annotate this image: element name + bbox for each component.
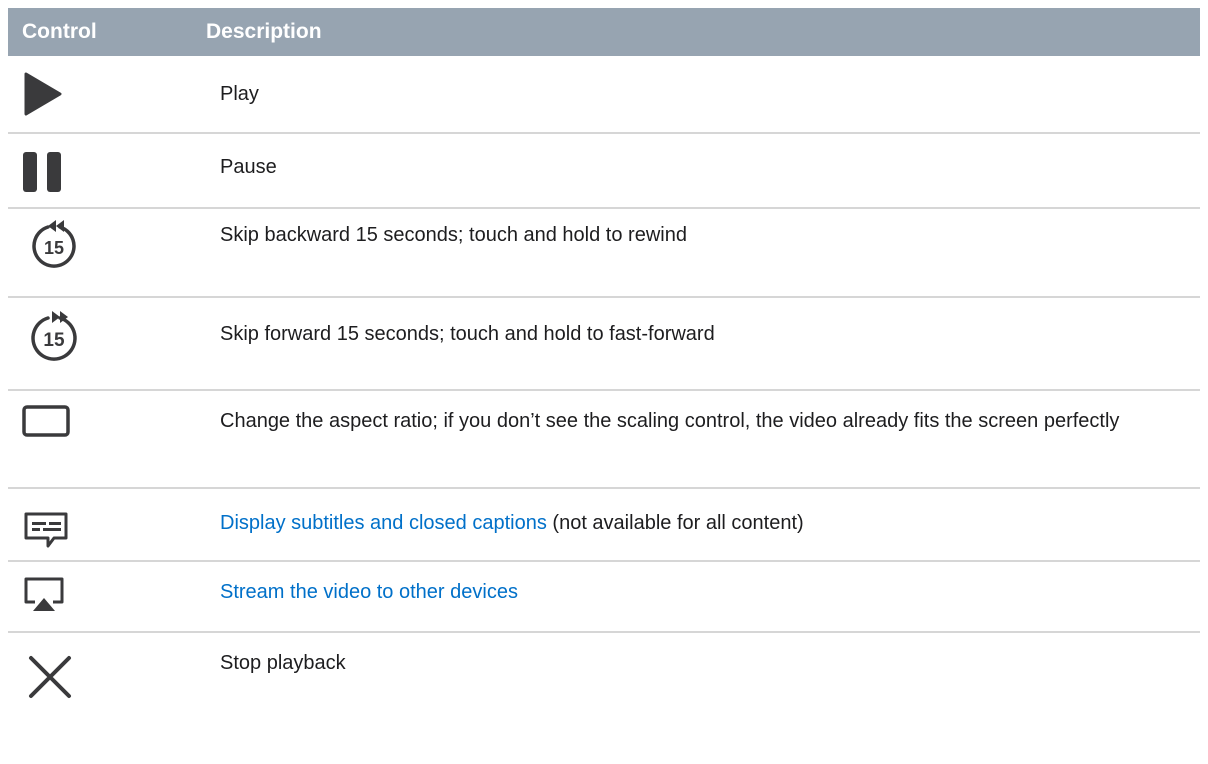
icon-cell	[8, 633, 220, 721]
table-row: Stream the video to other devices	[8, 562, 1200, 633]
table-row: Display subtitles and closed captions (n…	[8, 489, 1200, 562]
description-cell: Display subtitles and closed captions (n…	[220, 489, 1200, 560]
table-row: 15 Skip backward 15 seconds; touch and h…	[8, 209, 1200, 298]
airplay-icon	[24, 577, 64, 611]
icon-cell: 15	[8, 209, 220, 296]
subtitles-link[interactable]: Display subtitles and closed captions	[220, 512, 547, 534]
table-row: Play	[8, 56, 1200, 134]
description-cell: Pause	[220, 156, 277, 178]
skip-forward-15-icon: 15	[31, 311, 77, 361]
skip-back-15-icon: 15	[32, 220, 76, 268]
video-controls-table: Control Description Play Pause 15 Skip b…	[8, 8, 1200, 721]
icon-cell	[8, 489, 220, 560]
pause-icon	[23, 152, 61, 192]
table-row: Change the aspect ratio; if you don’t se…	[8, 391, 1200, 489]
description-cell: Stop playback	[220, 652, 346, 674]
description-cell: Skip forward 15 seconds; touch and hold …	[220, 323, 715, 345]
svg-text:15: 15	[43, 330, 65, 351]
icon-cell	[8, 134, 220, 207]
table-row: Pause	[8, 134, 1200, 209]
icon-cell	[8, 562, 220, 631]
subtitles-icon	[24, 512, 68, 548]
icon-cell	[8, 391, 220, 487]
table-header: Control Description	[8, 8, 1200, 56]
play-icon	[24, 72, 62, 116]
header-description: Description	[206, 20, 322, 43]
subtitles-note: (not available for all content)	[546, 512, 804, 534]
table-row: Stop playback	[8, 633, 1200, 721]
description-cell: Play	[220, 83, 259, 105]
aspect-ratio-icon	[22, 405, 70, 437]
stream-link[interactable]: Stream the video to other devices	[220, 581, 518, 603]
description-cell: Skip backward 15 seconds; touch and hold…	[220, 224, 687, 246]
close-icon	[29, 656, 71, 698]
table-row: 15 Skip forward 15 seconds; touch and ho…	[8, 298, 1200, 391]
description-cell: Stream the video to other devices	[220, 562, 1200, 631]
description-cell: Change the aspect ratio; if you don’t se…	[220, 410, 1120, 432]
icon-cell: 15	[8, 298, 220, 389]
icon-cell	[8, 56, 220, 132]
header-control: Control	[22, 20, 97, 43]
svg-text:15: 15	[44, 238, 64, 258]
